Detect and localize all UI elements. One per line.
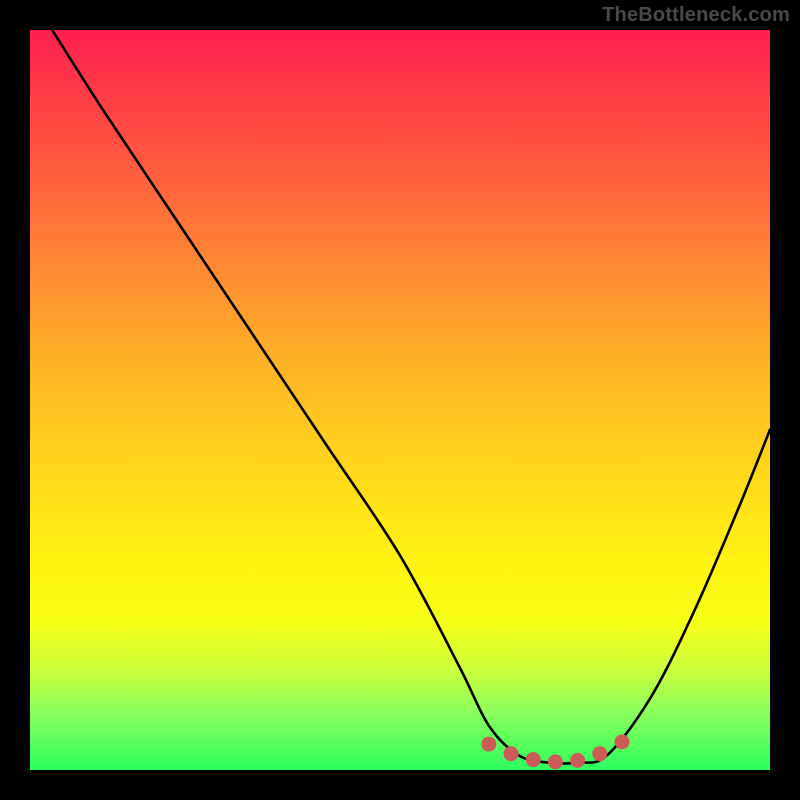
trough-marker bbox=[504, 746, 519, 761]
trough-marker bbox=[481, 737, 496, 752]
bottleneck-curve bbox=[52, 30, 770, 764]
trough-marker bbox=[570, 753, 585, 768]
chart-frame: TheBottleneck.com bbox=[0, 0, 800, 800]
trough-marker bbox=[592, 746, 607, 761]
trough-markers-group bbox=[481, 734, 629, 769]
trough-marker bbox=[526, 752, 541, 767]
trough-marker bbox=[615, 734, 630, 749]
trough-marker bbox=[548, 754, 563, 769]
chart-svg bbox=[30, 30, 770, 770]
watermark-text: TheBottleneck.com bbox=[602, 4, 790, 27]
